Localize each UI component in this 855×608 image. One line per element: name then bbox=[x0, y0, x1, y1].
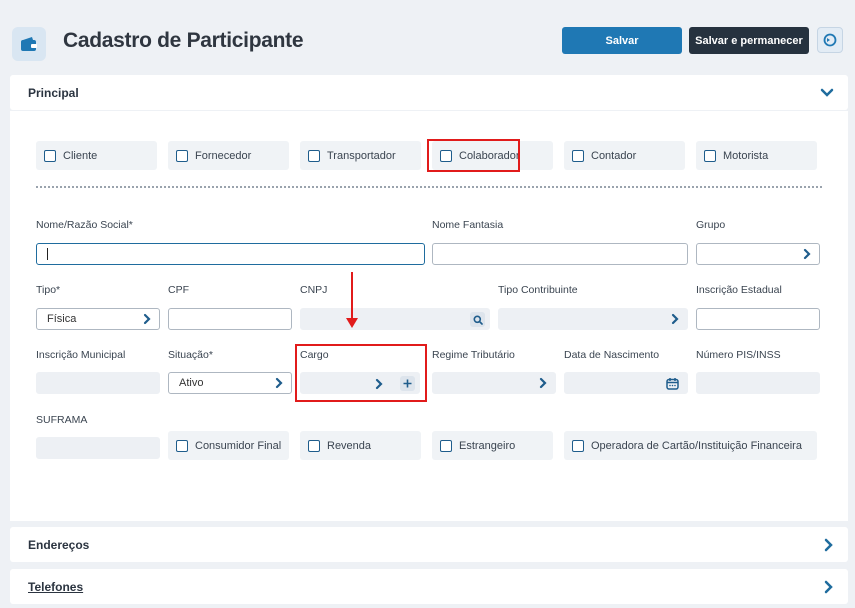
chevron-right-icon bbox=[275, 377, 283, 389]
situacao-value: Ativo bbox=[179, 377, 204, 389]
tipo-contribuinte-label: Tipo Contribuinte bbox=[498, 284, 578, 296]
checkbox-label: Fornecedor bbox=[195, 149, 252, 162]
nascimento-label: Data de Nascimento bbox=[564, 349, 660, 361]
back-button[interactable] bbox=[817, 27, 843, 53]
chevron-right-icon bbox=[824, 538, 833, 551]
inscricao-estadual-input[interactable] bbox=[696, 308, 820, 330]
section-principal-header[interactable]: Principal bbox=[10, 75, 848, 110]
fantasia-label: Nome Fantasia bbox=[432, 219, 504, 231]
annotation-arrow bbox=[351, 272, 353, 319]
chevron-right-icon bbox=[824, 580, 833, 593]
situacao-label: Situação* bbox=[168, 349, 213, 361]
calendar-icon[interactable] bbox=[666, 377, 679, 390]
checkbox-revenda[interactable]: Revenda bbox=[300, 431, 421, 460]
checkbox-label: Consumidor Final bbox=[195, 439, 282, 452]
grupo-label: Grupo bbox=[696, 219, 726, 231]
checkbox-square-icon[interactable] bbox=[308, 149, 320, 162]
chevron-right-icon bbox=[671, 313, 679, 325]
chevron-right-icon bbox=[539, 377, 547, 389]
checkbox-label: Estrangeiro bbox=[459, 439, 516, 452]
checkbox-motorista[interactable]: Motorista bbox=[696, 141, 817, 170]
chevron-right-icon bbox=[143, 313, 151, 325]
checkbox-label: Revenda bbox=[327, 439, 372, 452]
checkbox-label: Operadora de Cartão/Instituição Financei… bbox=[591, 439, 802, 452]
situacao-select[interactable]: Ativo bbox=[168, 372, 292, 394]
checkbox-estrangeiro[interactable]: Estrangeiro bbox=[432, 431, 553, 460]
divider bbox=[36, 186, 822, 188]
checkbox-cliente[interactable]: Cliente bbox=[36, 141, 157, 170]
checkbox-label: Motorista bbox=[723, 149, 769, 162]
suframa-input[interactable] bbox=[36, 437, 160, 459]
checkbox-fornecedor[interactable]: Fornecedor bbox=[168, 141, 289, 170]
checkbox-square-icon[interactable] bbox=[572, 149, 584, 162]
tipo-value: Física bbox=[47, 313, 77, 325]
cpf-label: CPF bbox=[168, 284, 189, 296]
tipo-select[interactable]: Física bbox=[36, 308, 160, 330]
wallet-icon bbox=[12, 27, 46, 61]
suframa-label: SUFRAMA bbox=[36, 414, 88, 426]
inscricao-municipal-label: Inscrição Municipal bbox=[36, 349, 126, 361]
chevron-right-icon bbox=[803, 248, 811, 260]
checkbox-contador[interactable]: Contador bbox=[564, 141, 685, 170]
highlight-box-colaborador bbox=[427, 139, 520, 172]
undo-icon bbox=[823, 33, 837, 47]
search-icon bbox=[473, 315, 483, 325]
annotation-arrow-head bbox=[346, 318, 358, 328]
page-title: Cadastro de Participante bbox=[63, 29, 304, 52]
highlight-box-cargo bbox=[295, 344, 427, 402]
checkbox-label: Cliente bbox=[63, 149, 98, 162]
nome-label: Nome/Razão Social* bbox=[36, 219, 133, 231]
cpf-input[interactable] bbox=[168, 308, 292, 330]
checkbox-square-icon[interactable] bbox=[176, 439, 188, 452]
tipo-contribuinte-select[interactable] bbox=[498, 308, 688, 330]
fantasia-input[interactable] bbox=[432, 243, 688, 265]
checkbox-transportador[interactable]: Transportador bbox=[300, 141, 421, 170]
checkbox-square-icon[interactable] bbox=[704, 149, 716, 162]
checkbox-label: Transportador bbox=[327, 149, 396, 162]
checkbox-operadora[interactable]: Operadora de Cartão/Instituição Financei… bbox=[564, 431, 817, 460]
search-button[interactable] bbox=[470, 312, 485, 327]
text-caret bbox=[47, 248, 48, 260]
page-header: Cadastro de Participante Salvar Salvar e… bbox=[0, 0, 855, 75]
checkbox-square-icon[interactable] bbox=[176, 149, 188, 162]
inscricao-estadual-label: Inscrição Estadual bbox=[696, 284, 782, 296]
checkbox-square-icon[interactable] bbox=[440, 439, 452, 452]
section-enderecos-header[interactable]: Endereços bbox=[10, 527, 848, 562]
inscricao-municipal-input[interactable] bbox=[36, 372, 160, 394]
nascimento-input[interactable] bbox=[564, 372, 688, 394]
checkbox-square-icon[interactable] bbox=[308, 439, 320, 452]
chevron-down-icon bbox=[820, 88, 834, 97]
regime-select[interactable] bbox=[432, 372, 556, 394]
regime-label: Regime Tributário bbox=[432, 349, 515, 361]
save-button[interactable]: Salvar bbox=[562, 27, 682, 54]
cnpj-label: CNPJ bbox=[300, 284, 328, 296]
section-telefones-title: Telefones bbox=[28, 579, 84, 594]
grupo-select[interactable] bbox=[696, 243, 820, 265]
save-and-stay-button[interactable]: Salvar e permanecer bbox=[689, 27, 809, 54]
nome-input[interactable] bbox=[36, 243, 425, 265]
pis-input[interactable] bbox=[696, 372, 820, 394]
cnpj-input[interactable] bbox=[300, 308, 490, 330]
section-telefones-header[interactable]: Telefones bbox=[10, 569, 848, 604]
checkbox-consumidor-final[interactable]: Consumidor Final bbox=[168, 431, 289, 460]
tipo-label: Tipo* bbox=[36, 284, 61, 296]
checkbox-square-icon[interactable] bbox=[572, 439, 584, 452]
checkbox-label: Contador bbox=[591, 149, 637, 162]
checkbox-square-icon[interactable] bbox=[44, 149, 56, 162]
pis-label: Número PIS/INSS bbox=[696, 349, 781, 361]
section-principal-title: Principal bbox=[28, 85, 79, 100]
section-enderecos-title: Endereços bbox=[28, 537, 90, 552]
